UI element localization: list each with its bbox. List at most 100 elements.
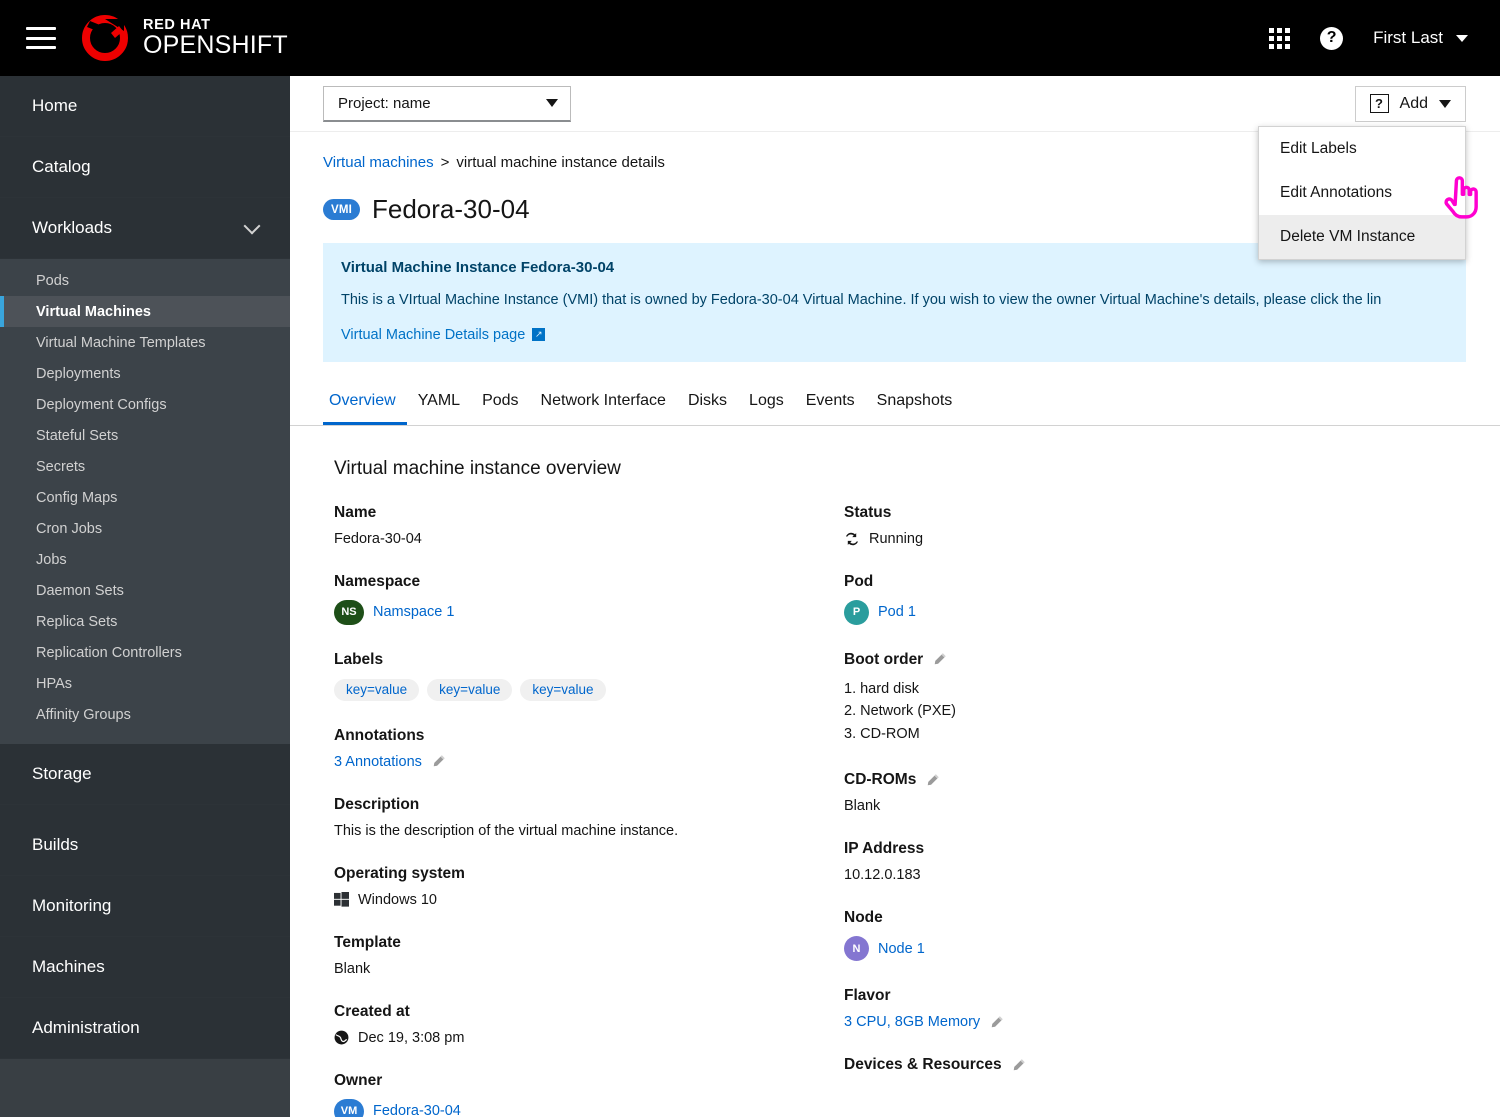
label-chip[interactable]: key=value [334,678,420,701]
sidebar-item-builds[interactable]: Builds [0,815,290,876]
sidebar-item-secrets[interactable]: Secrets [0,451,290,482]
sidebar-label: Config Maps [36,489,118,506]
nav-toggle-icon[interactable] [26,27,56,49]
namespace-badge: NS [334,599,364,625]
field-labels: Labels key=value key=value key=value [334,651,814,701]
field-label: Node [844,909,883,927]
redhat-hat-icon [82,15,128,61]
sidebar-label-workloads: Workloads [32,218,112,237]
sidebar-item-administration[interactable]: Administration [0,998,290,1059]
sidebar-item-cron-jobs[interactable]: Cron Jobs [0,513,290,544]
tab-events[interactable]: Events [795,384,866,425]
tab-yaml[interactable]: YAML [407,384,471,425]
tab-label: YAML [417,391,461,409]
pencil-icon[interactable] [431,754,446,769]
pencil-icon[interactable] [925,773,940,788]
pod-link[interactable]: Pod 1 [878,604,916,620]
sidebar-item-affinity-groups[interactable]: Affinity Groups [0,699,290,730]
sidebar-label: HPAs [36,675,72,692]
sidebar-item-jobs[interactable]: Jobs [0,544,290,575]
flavor-link[interactable]: 3 CPU, 8GB Memory [844,1014,980,1030]
sidebar-item-replica-sets[interactable]: Replica Sets [0,606,290,637]
menu-item-delete-vm-instance[interactable]: Delete VM Instance [1259,215,1465,259]
label-chip[interactable]: key=value [427,678,513,701]
field-value: P Pod 1 [844,599,1324,625]
vm-badge: VM [334,1098,364,1117]
menu-item-edit-labels[interactable]: Edit Labels [1259,127,1465,171]
tab-logs[interactable]: Logs [738,384,795,425]
sidebar-navigation[interactable]: Home Catalog Workloads Pods Virtual Mach… [0,76,290,1117]
sidebar-label-storage: Storage [32,764,92,783]
sidebar-item-deployments[interactable]: Deployments [0,358,290,389]
sidebar-label: Jobs [36,551,67,568]
field-boot-order: Boot order 1. hard disk 2. Network (PXE)… [844,651,1324,745]
sidebar-item-home[interactable]: Home [0,76,290,137]
tab-snapshots[interactable]: Snapshots [866,384,964,425]
field-value: Running [844,531,1324,547]
sidebar-label: Affinity Groups [36,706,131,723]
user-menu[interactable]: First Last [1373,28,1468,48]
vm-details-page-link[interactable]: Virtual Machine Details page ↗ [341,327,546,343]
cdroms-label: CD-ROMs [844,771,917,789]
overview-left-column: Name Fedora-30-04 Namespace NS Namspace … [334,504,814,1117]
boot-order-item: 1. hard disk [844,680,919,697]
sidebar-item-deployment-configs[interactable]: Deployment Configs [0,389,290,420]
sidebar-label: Cron Jobs [36,520,103,537]
field-label: Template [334,933,401,951]
sidebar-item-storage[interactable]: Storage [0,744,290,805]
sidebar-item-hpas[interactable]: HPAs [0,668,290,699]
field-value: 3 CPU, 8GB Memory [844,1014,1324,1030]
add-button[interactable]: ? Add [1354,85,1466,122]
sidebar-label-home: Home [32,96,78,115]
sidebar-item-replication-controllers[interactable]: Replication Controllers [0,637,290,668]
field-label: Pod [844,572,874,590]
pencil-icon[interactable] [932,652,947,667]
namespace-link[interactable]: Namspace 1 [373,604,454,620]
page-title: Fedora-30-04 [372,194,530,224]
sidebar-item-workloads[interactable]: Workloads [0,198,290,259]
sidebar-item-pods[interactable]: Pods [0,265,290,296]
field-flavor: Flavor 3 CPU, 8GB Memory [844,987,1324,1030]
status-value: Running [869,530,924,547]
owner-link[interactable]: Fedora-30-04 [373,1103,461,1117]
field-ip-address: IP Address 10.12.0.183 [844,840,1324,883]
tab-pods[interactable]: Pods [471,384,529,425]
sidebar-item-virtual-machines[interactable]: Virtual Machines [0,296,290,327]
project-bar: Project: name ? Add [290,76,1500,132]
pencil-icon[interactable] [989,1015,1004,1030]
alert-title: Virtual Machine Instance Fedora-30-04 [341,259,615,276]
logo-redhat-text: RED HAT [143,16,211,33]
actions-dropdown-menu[interactable]: Edit Labels Edit Annotations Delete VM I… [1258,126,1466,260]
sidebar-label: Virtual Machines [36,303,151,320]
field-value: Dec 19, 3:08 pm [334,1030,814,1046]
menu-item-edit-annotations[interactable]: Edit Annotations [1259,171,1465,215]
sidebar-item-daemon-sets[interactable]: Daemon Sets [0,575,290,606]
sidebar-item-stateful-sets[interactable]: Stateful Sets [0,420,290,451]
sidebar-item-machines[interactable]: Machines [0,937,290,998]
field-node: Node N Node 1 [844,909,1324,962]
field-label: CD-ROMs [844,771,1324,789]
sidebar-item-monitoring[interactable]: Monitoring [0,876,290,937]
tab-disks[interactable]: Disks [677,384,738,425]
sidebar-item-config-maps[interactable]: Config Maps [0,482,290,513]
field-value: 10.12.0.183 [844,867,921,884]
field-operating-system: Operating system Windows 10 [334,865,814,908]
detail-tabs[interactable]: Overview YAML Pods Network Interface Dis… [290,384,1500,426]
breadcrumb-parent-link[interactable]: Virtual machines [323,154,434,171]
menu-item-label: Edit Annotations [1280,184,1393,201]
node-link[interactable]: Node 1 [878,941,925,957]
sidebar-item-catalog[interactable]: Catalog [0,137,290,198]
pencil-icon[interactable] [1011,1058,1026,1073]
openshift-logo[interactable]: RED HAT OPENSHIFT [78,15,288,61]
apps-grid-icon[interactable] [1269,27,1291,49]
sidebar-item-virtual-machine-templates[interactable]: Virtual Machine Templates [0,327,290,358]
help-circle-icon[interactable]: ? [1320,26,1344,50]
annotations-link[interactable]: 3 Annotations [334,754,422,770]
sidebar-label: Deployments [36,365,121,382]
boot-order-item: 3. CD-ROM [844,725,920,742]
field-description: Description This is the description of t… [334,796,814,839]
project-selector[interactable]: Project: name [323,85,571,122]
label-chip[interactable]: key=value [520,678,606,701]
tab-network-interface[interactable]: Network Interface [530,384,677,425]
tab-overview[interactable]: Overview [323,384,407,425]
